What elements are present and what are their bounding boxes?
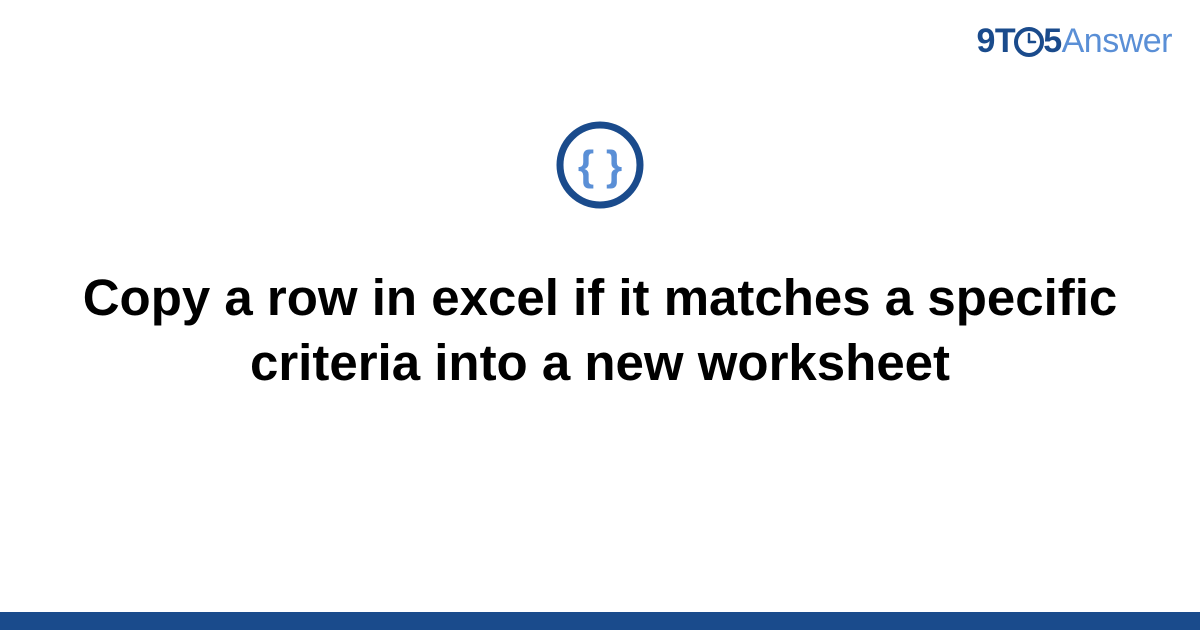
brand-text-9t: 9T: [977, 22, 1016, 61]
page-title: Copy a row in excel if it matches a spec…: [70, 265, 1130, 396]
code-braces-icon: { }: [555, 120, 645, 215]
brand-text-5: 5: [1043, 22, 1061, 61]
footer-bar: [0, 612, 1200, 630]
main-content: { } Copy a row in excel if it matches a …: [0, 120, 1200, 396]
clock-zero-icon: [1013, 26, 1045, 58]
brand-logo: 9T 5 Answer: [977, 22, 1172, 61]
svg-text:{ }: { }: [578, 142, 622, 189]
brand-text-answer: Answer: [1062, 22, 1172, 61]
